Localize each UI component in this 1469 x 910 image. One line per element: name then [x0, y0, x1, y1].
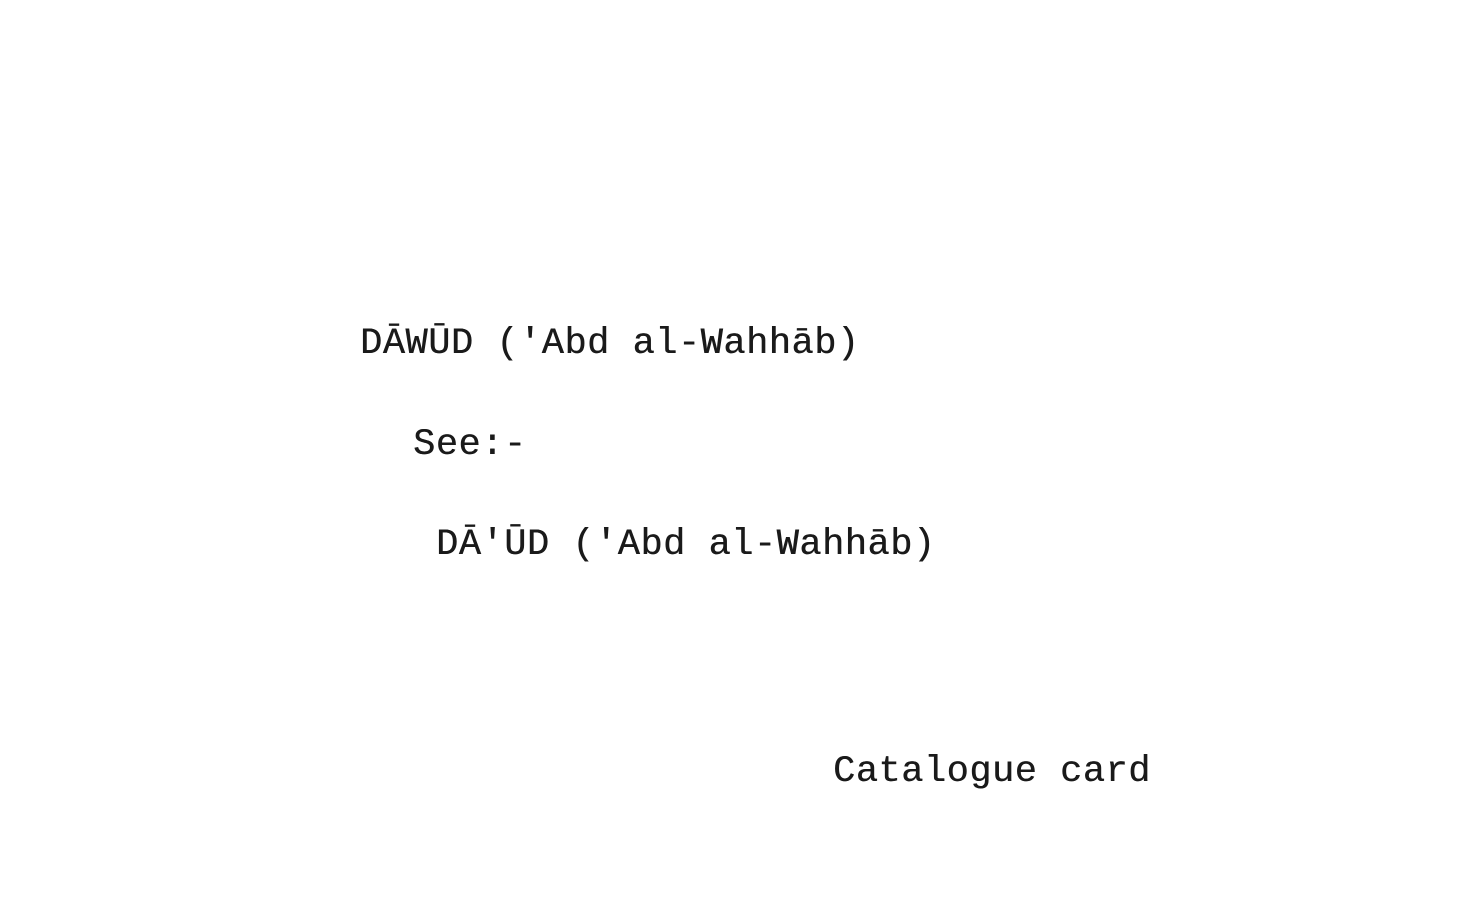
cross-reference-entry: DĀ'ŪD ('Abd al-Wahhāb) [436, 524, 936, 566]
catalogue-card: DĀWŪD ('Abd al-Wahhāb) See:- DĀ'ŪD ('Abd… [0, 0, 1469, 910]
card-footer-label: Catalogue card [833, 751, 1151, 793]
card-heading: DĀWŪD ('Abd al-Wahhāb) [360, 323, 860, 365]
see-reference-label: See:- [413, 424, 527, 466]
